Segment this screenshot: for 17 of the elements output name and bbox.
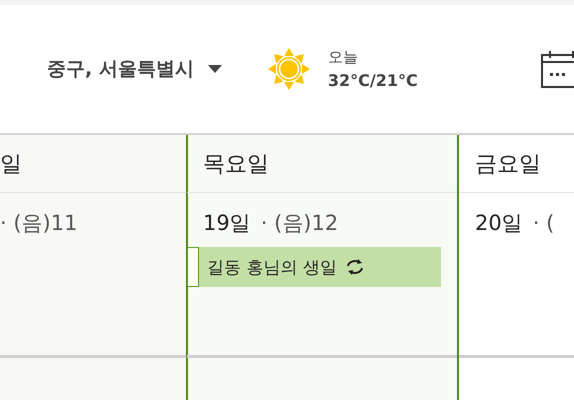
event-item[interactable]: 길동 홍님의 생일	[187, 247, 441, 287]
weekday-heading: 금요일	[475, 150, 541, 178]
sun-icon	[268, 48, 310, 90]
calendar-icon[interactable]	[541, 50, 574, 88]
selected-day-column[interactable]: 목요일 19일 · (음)12 길동 홍님의 생일	[186, 135, 459, 400]
lunar-date: · (음)12	[260, 210, 338, 237]
date-label: 20일	[475, 210, 523, 237]
weekday-heading: 일	[0, 150, 22, 178]
day-column[interactable]: 일 · (음)11	[0, 135, 186, 400]
location-dropdown[interactable]: 중구, 서울특별시	[47, 56, 222, 82]
temperature-range: 32°C/21°C	[328, 71, 418, 90]
weather-day: 오늘	[328, 48, 418, 67]
caret-icon	[208, 65, 222, 73]
lunar-date: · (음)11	[0, 210, 78, 237]
weekday-heading: 목요일	[203, 150, 269, 178]
lunar-date: · (	[532, 211, 554, 235]
date-label: 19일	[203, 210, 251, 237]
